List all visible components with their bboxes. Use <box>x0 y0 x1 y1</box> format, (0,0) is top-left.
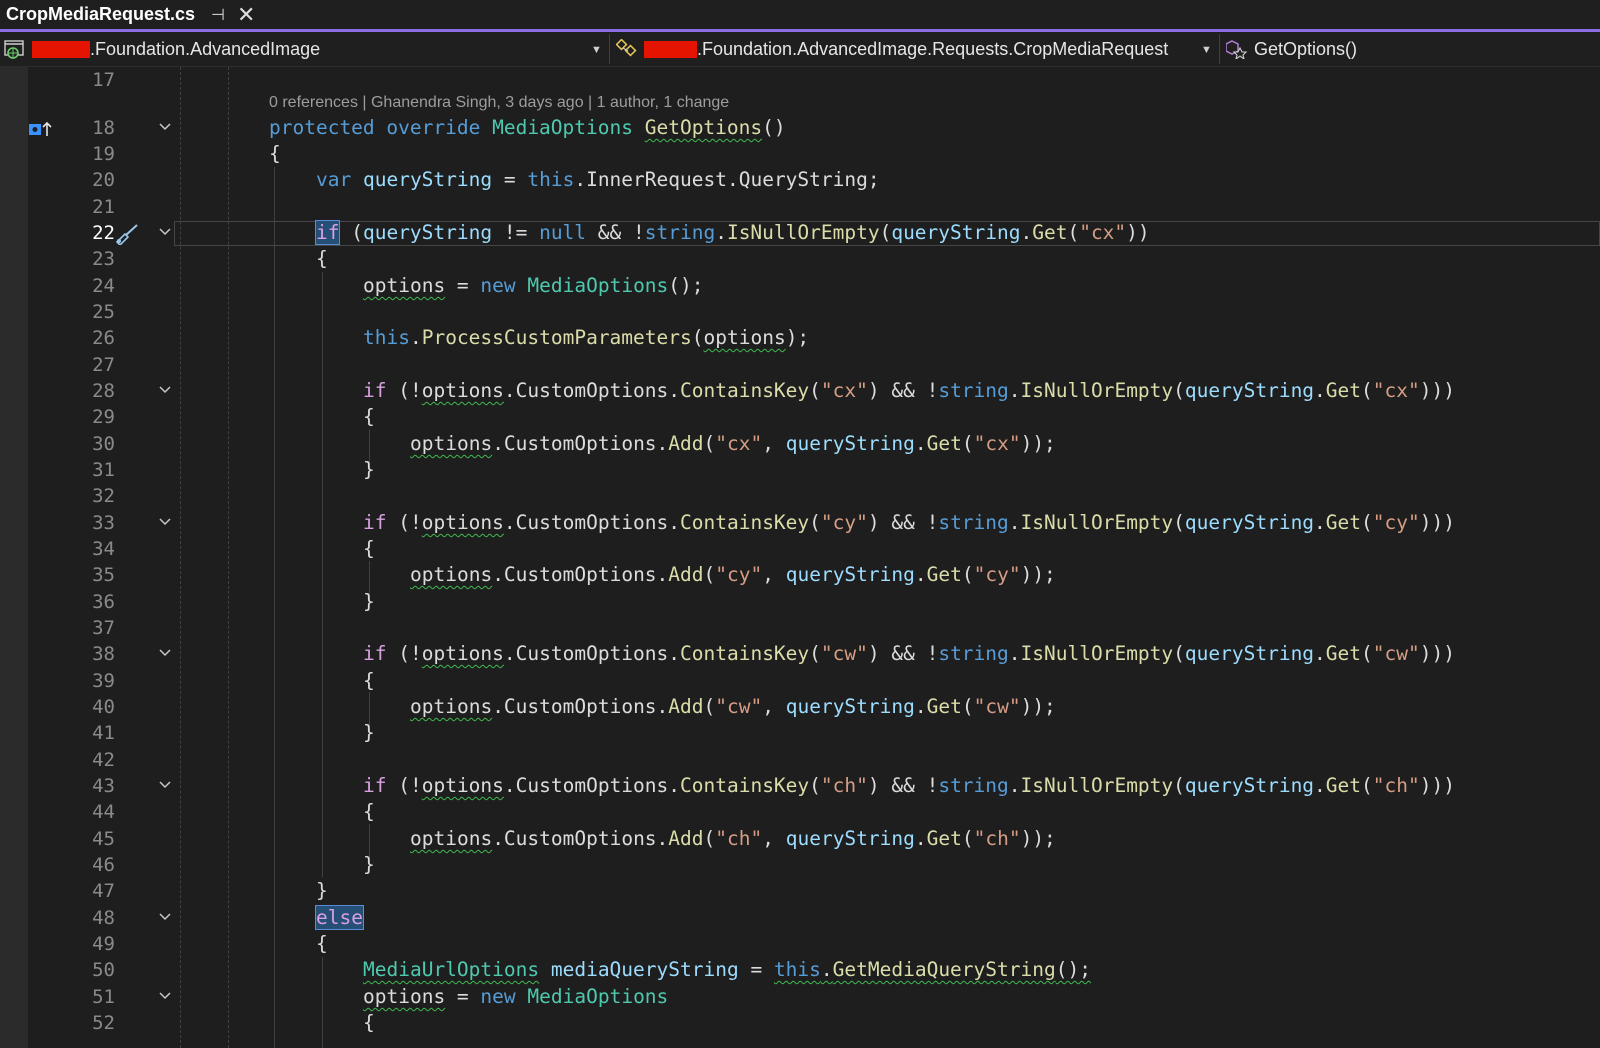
tab-title: CropMediaRequest.cs <box>6 4 196 24</box>
fold-chevron-icon[interactable] <box>158 120 172 134</box>
class-icon <box>616 39 637 57</box>
fold-chevron-icon[interactable] <box>158 225 172 239</box>
code-line[interactable]: var queryString = this.InnerRequest.Quer… <box>316 167 880 193</box>
code-line[interactable]: options.CustomOptions.Add("cx", queryStr… <box>410 431 1056 457</box>
code-line[interactable]: options = new MediaOptions(); <box>363 273 704 299</box>
line-number: 34 <box>92 538 115 560</box>
line-number: 46 <box>92 854 115 876</box>
type-dropdown-arrow-icon[interactable]: ▼ <box>1201 44 1212 56</box>
line-number: 52 <box>92 1012 115 1034</box>
line-number: 28 <box>92 380 115 402</box>
line-number: 26 <box>92 327 115 349</box>
code-line[interactable]: options.CustomOptions.Add("ch", queryStr… <box>410 826 1056 852</box>
line-number: 17 <box>92 69 115 91</box>
line-number: 20 <box>92 169 115 191</box>
code-line[interactable]: { <box>269 141 281 167</box>
member-dropdown[interactable]: GetOptions() <box>1226 32 1596 66</box>
project-icon <box>4 40 24 59</box>
fold-chevron-icon[interactable] <box>158 383 172 397</box>
line-number: 48 <box>92 907 115 929</box>
code-line[interactable]: { <box>363 668 375 694</box>
line-number: 50 <box>92 959 115 981</box>
line-number: 35 <box>92 564 115 586</box>
fold-chevron-icon[interactable] <box>158 778 172 792</box>
line-number: 37 <box>92 617 115 639</box>
code-line[interactable]: if (!options.CustomOptions.ContainsKey("… <box>363 641 1455 667</box>
line-number: 44 <box>92 801 115 823</box>
code-line[interactable]: } <box>363 852 375 878</box>
fold-chevron-icon[interactable] <box>158 515 172 529</box>
project-dropdown[interactable]: .Foundation.AdvancedImage <box>4 32 604 66</box>
line-number: 25 <box>92 301 115 323</box>
project-dropdown-arrow-icon[interactable]: ▼ <box>591 44 602 56</box>
line-number: 33 <box>92 512 115 534</box>
line-number: 36 <box>92 591 115 613</box>
member-name: GetOptions() <box>1254 38 1358 59</box>
type-dropdown[interactable]: .Foundation.AdvancedImage.Requests.CropM… <box>616 32 1216 66</box>
pin-icon[interactable]: ⊣ <box>211 5 225 25</box>
keyword-highlight: if <box>314 220 341 245</box>
line-number: 41 <box>92 722 115 744</box>
code-line[interactable]: { <box>363 404 375 430</box>
code-line[interactable]: this.ProcessCustomParameters(options); <box>363 325 809 351</box>
codelens-references[interactable]: 0 references | Ghanendra Singh, 3 days a… <box>269 90 729 116</box>
line-number: 18 <box>92 117 115 139</box>
code-line[interactable]: options.CustomOptions.Add("cw", queryStr… <box>410 694 1056 720</box>
navigation-bar: .Foundation.AdvancedImage ▼ .Foundation.… <box>0 32 1600 67</box>
line-number: 47 <box>92 880 115 902</box>
project-name: .Foundation.AdvancedImage <box>90 38 321 59</box>
line-number: 42 <box>92 749 115 771</box>
document-tab[interactable]: CropMediaRequest.cs ⊣ ✕ <box>0 0 270 29</box>
line-number: 39 <box>92 670 115 692</box>
line-number: 51 <box>92 986 115 1008</box>
code-line[interactable]: { <box>363 536 375 562</box>
keyword-highlight: else <box>315 905 364 930</box>
code-line[interactable]: if (!options.CustomOptions.ContainsKey("… <box>363 773 1455 799</box>
code-line[interactable]: { <box>363 799 375 825</box>
code-line[interactable]: if (!options.CustomOptions.ContainsKey("… <box>363 510 1455 536</box>
navbar-divider <box>609 34 610 64</box>
line-number: 19 <box>92 143 115 165</box>
line-number: 24 <box>92 275 115 297</box>
code-line[interactable]: if (queryString != null && !string.IsNul… <box>314 220 1150 246</box>
close-tab-button[interactable]: ✕ <box>237 3 255 26</box>
code-line[interactable]: } <box>316 878 328 904</box>
line-number: 38 <box>92 643 115 665</box>
code-editor[interactable]: 0 references | Ghanendra Singh, 3 days a… <box>0 67 1600 1048</box>
line-number: 21 <box>92 196 115 218</box>
code-line[interactable]: options.CustomOptions.Add("cy", queryStr… <box>410 562 1056 588</box>
line-number: 49 <box>92 933 115 955</box>
code-line[interactable]: protected override MediaOptions GetOptio… <box>269 115 786 141</box>
document-tab-strip: CropMediaRequest.cs ⊣ ✕ <box>0 0 1600 29</box>
code-line[interactable]: } <box>363 720 375 746</box>
line-number: 40 <box>92 696 115 718</box>
line-number: 43 <box>92 775 115 797</box>
code-line[interactable]: { <box>316 931 328 957</box>
code-line[interactable]: else <box>315 905 364 931</box>
code-line[interactable]: options = new MediaOptions <box>363 984 668 1010</box>
redacted-type-prefix <box>644 40 697 58</box>
method-icon <box>1226 40 1248 59</box>
redacted-project-prefix <box>32 40 90 58</box>
line-number: 45 <box>92 828 115 850</box>
type-name: .Foundation.AdvancedImage.Requests.CropM… <box>697 38 1169 59</box>
code-line[interactable]: } <box>363 589 375 615</box>
line-number: 22 <box>92 222 115 244</box>
fold-chevron-icon[interactable] <box>158 910 172 924</box>
fold-chevron-icon[interactable] <box>158 646 172 660</box>
navbar-divider <box>1219 34 1220 64</box>
line-number: 27 <box>92 354 115 376</box>
line-number: 31 <box>92 459 115 481</box>
line-number: 30 <box>92 433 115 455</box>
code-line[interactable]: MediaUrlOptions mediaQueryString = this.… <box>363 957 1091 983</box>
code-line[interactable]: { <box>316 246 328 272</box>
code-line[interactable]: } <box>363 457 375 483</box>
line-number: 32 <box>92 485 115 507</box>
code-line[interactable]: if (!options.CustomOptions.ContainsKey("… <box>363 378 1455 404</box>
code-line[interactable]: { <box>363 1010 375 1036</box>
line-number: 29 <box>92 406 115 428</box>
line-number: 23 <box>92 248 115 270</box>
fold-chevron-icon[interactable] <box>158 989 172 1003</box>
